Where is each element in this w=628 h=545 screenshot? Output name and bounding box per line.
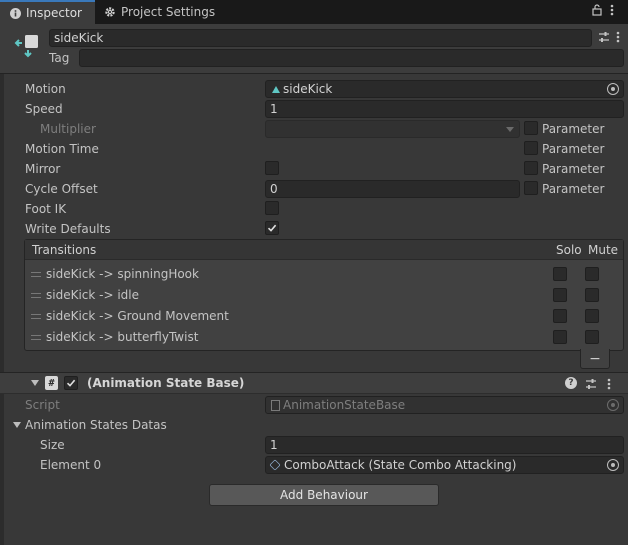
transitions-list: Transitions Solo Mute sideKick -> spinni… [24, 239, 624, 351]
transition-label: sideKick -> idle [46, 288, 140, 302]
transitions-title: Transitions [32, 243, 97, 257]
mute-checkbox[interactable] [585, 288, 599, 302]
mirror-parameter-label: Parameter [542, 162, 605, 176]
solo-checkbox[interactable] [553, 267, 567, 281]
write-defaults-label: Write Defaults [25, 222, 111, 236]
solo-checkbox[interactable] [553, 330, 567, 344]
mirror-checkbox[interactable] [265, 161, 279, 175]
lock-icon[interactable] [592, 4, 602, 19]
multiplier-dropdown [265, 120, 520, 138]
solo-checkbox[interactable] [553, 309, 567, 323]
scriptable-object-icon [269, 459, 281, 471]
cycle-offset-parameter-label: Parameter [542, 182, 605, 196]
transitions-header: Transitions Solo Mute [25, 240, 623, 260]
more-vertical-icon[interactable] [610, 4, 614, 19]
transition-label: sideKick -> spinningHook [46, 267, 199, 281]
drag-handle-icon[interactable] [31, 272, 41, 277]
element-0-label: Element 0 [40, 458, 102, 472]
component-title: (Animation State Base) [87, 376, 245, 390]
mirror-parameter-checkbox[interactable] [524, 161, 538, 175]
tab-project-settings[interactable]: Project Settings [95, 0, 220, 24]
object-name-input[interactable]: sideKick [49, 29, 592, 47]
foot-ik-checkbox[interactable] [265, 201, 279, 215]
transition-row[interactable]: sideKick -> spinningHook [25, 264, 623, 285]
size-label: Size [40, 438, 65, 452]
tab-inspector[interactable]: Inspector [0, 0, 95, 24]
help-icon[interactable]: ? [565, 377, 577, 389]
write-defaults-checkbox[interactable] [265, 221, 279, 235]
transition-row[interactable]: sideKick -> idle [25, 285, 623, 306]
dropdown-arrow-icon [506, 127, 514, 132]
component-header[interactable]: # (Animation State Base) ? [0, 372, 628, 394]
transition-label: sideKick -> Ground Movement [46, 309, 229, 323]
object-picker-icon[interactable] [607, 459, 619, 471]
script-value: AnimationStateBase [283, 398, 406, 412]
transition-label: sideKick -> butterflyTwist [46, 330, 199, 344]
transition-row[interactable]: sideKick -> butterflyTwist [25, 327, 623, 348]
script-icon: # [45, 376, 58, 390]
multiplier-label: Multiplier [40, 122, 96, 136]
mute-checkbox[interactable] [585, 309, 599, 323]
script-label: Script [25, 398, 60, 412]
remove-transition-button[interactable]: − [580, 349, 610, 369]
motion-time-label: Motion Time [25, 142, 99, 156]
tab-label: Inspector [26, 6, 82, 20]
multiplier-parameter-label: Parameter [542, 122, 605, 136]
foldout-arrow-icon[interactable] [31, 380, 39, 386]
animator-state-icon [14, 32, 40, 61]
foot-ik-label: Foot IK [25, 202, 67, 216]
motion-time-parameter-checkbox[interactable] [524, 141, 538, 155]
speed-input[interactable]: 1 [265, 100, 624, 118]
object-picker-icon [607, 399, 619, 411]
multiplier-parameter-checkbox[interactable] [524, 121, 538, 135]
info-icon [9, 7, 21, 19]
cycle-offset-parameter-checkbox[interactable] [524, 181, 538, 195]
inspector-header: sideKick Tag [0, 24, 628, 74]
drag-handle-icon[interactable] [31, 314, 41, 319]
element-0-field[interactable]: ComboAttack (State Combo Attacking) [265, 456, 624, 474]
size-input[interactable]: 1 [265, 436, 624, 454]
mute-checkbox[interactable] [585, 330, 599, 344]
solo-checkbox[interactable] [553, 288, 567, 302]
list-foldout-arrow-icon[interactable] [13, 422, 21, 428]
more-vertical-icon[interactable] [607, 378, 611, 393]
drag-handle-icon[interactable] [31, 293, 41, 298]
motion-field[interactable]: sideKick [265, 80, 624, 98]
gear-icon [104, 6, 116, 18]
script-field: AnimationStateBase [265, 396, 624, 414]
transition-row[interactable]: sideKick -> Ground Movement [25, 306, 623, 327]
cycle-offset-input[interactable]: 0 [265, 180, 520, 198]
motion-label: Motion [25, 82, 66, 96]
blend-tree-icon [272, 85, 280, 93]
component-enabled-checkbox[interactable] [64, 376, 78, 390]
left-edge [0, 74, 4, 545]
mute-column-label: Mute [588, 243, 619, 257]
cycle-offset-label: Cycle Offset [25, 182, 98, 196]
tag-label: Tag [49, 51, 70, 65]
mute-checkbox[interactable] [585, 267, 599, 281]
solo-column-label: Solo [556, 243, 582, 257]
drag-handle-icon[interactable] [31, 335, 41, 340]
tab-label: Project Settings [121, 5, 216, 19]
checkmark-icon [267, 224, 277, 232]
animation-states-datas-label[interactable]: Animation States Datas [25, 418, 167, 432]
add-behaviour-button[interactable]: Add Behaviour [209, 484, 439, 506]
motion-value: sideKick [283, 82, 333, 96]
motion-time-parameter-label: Parameter [542, 142, 605, 156]
mirror-label: Mirror [25, 162, 61, 176]
element-0-value: ComboAttack (State Combo Attacking) [284, 458, 517, 472]
tab-bar: Inspector Project Settings [0, 0, 628, 24]
checkmark-icon [66, 379, 76, 387]
settings-sliders-icon[interactable] [598, 31, 610, 46]
tag-input[interactable] [79, 49, 624, 67]
more-vertical-icon[interactable] [616, 31, 620, 46]
script-file-icon [271, 399, 280, 411]
speed-label: Speed [25, 102, 63, 116]
object-picker-icon[interactable] [607, 83, 619, 95]
settings-sliders-icon[interactable] [585, 378, 597, 393]
